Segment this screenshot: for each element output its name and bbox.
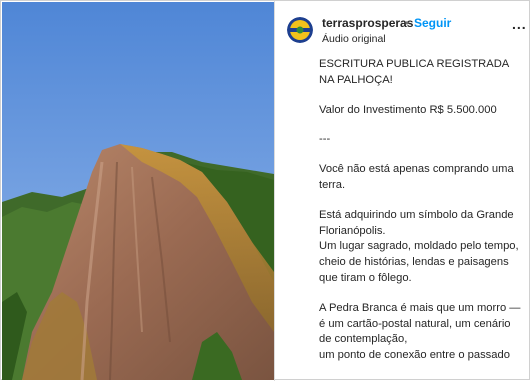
logo-avatar-icon[interactable] (287, 17, 313, 43)
caption-paragraph: Está adquirindo um símbolo da Grande Flo… (319, 208, 519, 284)
caption-paragraph: A Pedra Branca é mais que um morro — é u… (319, 301, 521, 362)
post-window: terrasprosperas • Seguir Áudio original … (0, 0, 530, 381)
post-details-panel: terrasprosperas • Seguir Áudio original … (275, 2, 530, 380)
follow-button[interactable]: Seguir (414, 16, 451, 30)
separator-dot: • (405, 16, 410, 30)
caption-paragraph: Você não está apenas comprando uma terra… (319, 163, 517, 191)
caption-paragraph: ESCRITURA PUBLICA REGISTRADA NA PALHOÇA! (319, 58, 512, 86)
post-header: terrasprosperas • Seguir Áudio original … (275, 2, 530, 46)
caption-paragraph: Valor do Investimento R$ 5.500.000 (319, 103, 497, 116)
mountain-landscape-image (2, 2, 274, 380)
caption-paragraph: --- (319, 133, 331, 146)
username-link[interactable]: terrasprosperas (322, 16, 413, 30)
audio-link[interactable]: Áudio original (322, 33, 386, 45)
post-video[interactable] (2, 2, 274, 380)
more-options-icon[interactable]: ... (512, 16, 527, 32)
post-caption: ESCRITURA PUBLICA REGISTRADA NA PALHOÇA!… (319, 57, 524, 364)
